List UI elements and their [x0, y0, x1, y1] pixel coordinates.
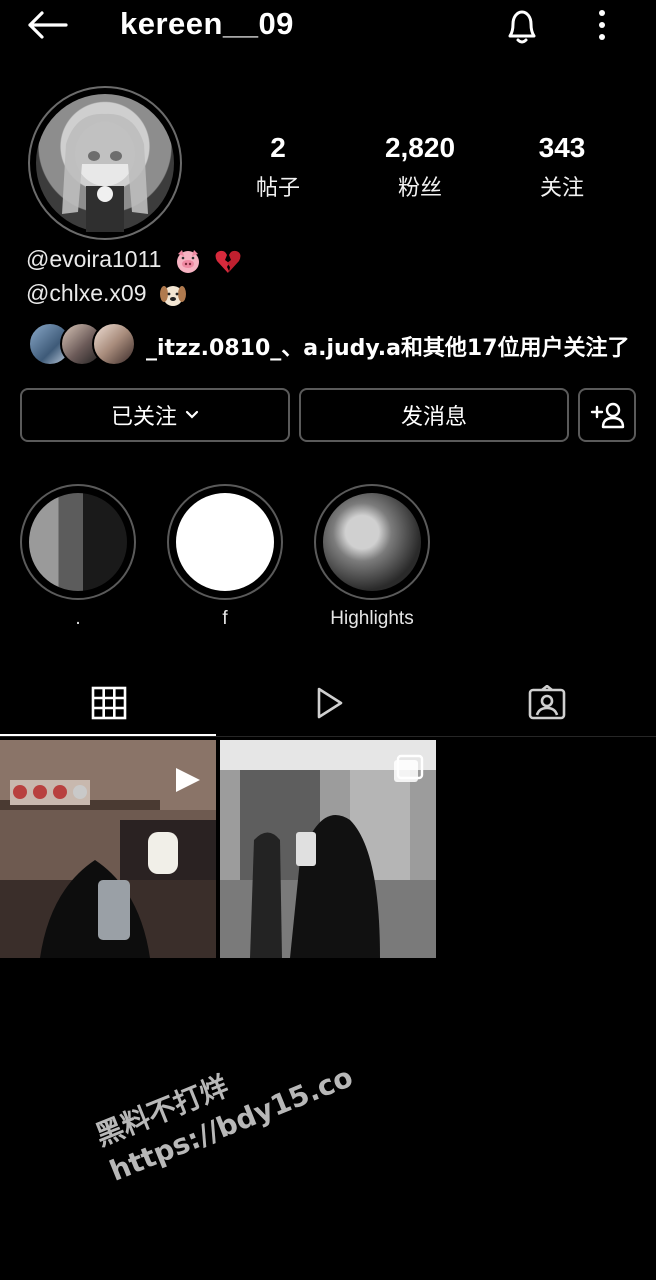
highlight-3-image — [323, 493, 421, 591]
tagged-person-icon — [528, 685, 566, 720]
stat-posts-value: 2 — [270, 132, 286, 163]
stat-following-value: 343 — [538, 132, 586, 163]
highlight-2-ring — [167, 484, 283, 600]
tab-divider — [0, 736, 656, 737]
watermark-overlay: 黑料不打烊 https://bdy15.co — [90, 1023, 358, 1190]
profile-username: kereen__09 — [120, 6, 294, 41]
following-button-label: 已关注 — [110, 405, 177, 430]
avatar-illustration — [62, 113, 148, 232]
highlight-1[interactable]: . — [20, 484, 136, 630]
post-2-image — [220, 740, 436, 958]
top-bar: kereen__09 — [0, 0, 656, 52]
mutual-followers-avatars[interactable] — [28, 322, 138, 366]
pig-face-icon — [176, 249, 199, 273]
tab-posts-grid[interactable] — [0, 670, 218, 736]
notification-bell-icon[interactable] — [502, 6, 542, 46]
stat-followers-label: 粉丝 — [397, 176, 442, 201]
highlight-3-ring — [314, 484, 430, 600]
highlight-3-label: Highlights — [330, 608, 414, 629]
following-button[interactable]: 已关注 — [20, 388, 290, 442]
bio-line-1: @evoira1011 — [26, 246, 242, 274]
mutual-avatar-3 — [92, 322, 136, 366]
post-1-image — [0, 740, 216, 958]
highlight-1-ring — [20, 484, 136, 600]
profile-avatar — [36, 94, 174, 232]
more-options-icon[interactable] — [592, 8, 612, 42]
stat-posts-label: 帖子 — [255, 176, 300, 201]
stat-following-label: 关注 — [539, 176, 584, 201]
post-thumbnail-1[interactable] — [0, 740, 216, 958]
highlight-3[interactable]: Highlights — [314, 484, 430, 630]
post-thumbnail-2[interactable] — [220, 740, 436, 958]
stat-posts[interactable]: 2 帖子 — [208, 132, 348, 202]
add-person-icon — [590, 402, 625, 429]
tab-tagged[interactable] — [438, 670, 656, 736]
grid-icon — [91, 686, 127, 720]
highlight-1-image — [29, 493, 127, 591]
back-arrow-icon[interactable] — [26, 10, 68, 40]
tab-reels[interactable] — [219, 670, 437, 736]
profile-avatar-ring[interactable] — [28, 86, 182, 240]
bio-mention-1[interactable]: @evoira1011 — [26, 246, 161, 272]
stat-followers-value: 2,820 — [384, 132, 456, 163]
highlight-2-label: f — [222, 608, 228, 629]
dog-face-icon — [159, 285, 186, 306]
stat-followers[interactable]: 2,820 粉丝 — [350, 132, 490, 202]
reels-play-icon — [317, 687, 343, 719]
message-button[interactable]: 发消息 — [299, 388, 569, 442]
bio-line-2: @chlxe.x09 — [26, 280, 187, 308]
highlight-1-label: . — [75, 608, 81, 629]
chevron-down-icon — [185, 410, 199, 419]
stat-following[interactable]: 343 关注 — [492, 132, 632, 202]
bio-mention-2[interactable]: @chlxe.x09 — [26, 280, 147, 306]
broken-heart-icon — [215, 250, 241, 273]
followed-by-text[interactable]: _itzz.0810_、a.judy.a和其他17位用户关注了 — [146, 330, 630, 362]
message-button-label: 发消息 — [400, 405, 467, 430]
highlight-2[interactable]: f — [167, 484, 283, 630]
suggested-users-button[interactable] — [578, 388, 636, 442]
highlight-2-image — [176, 493, 274, 591]
